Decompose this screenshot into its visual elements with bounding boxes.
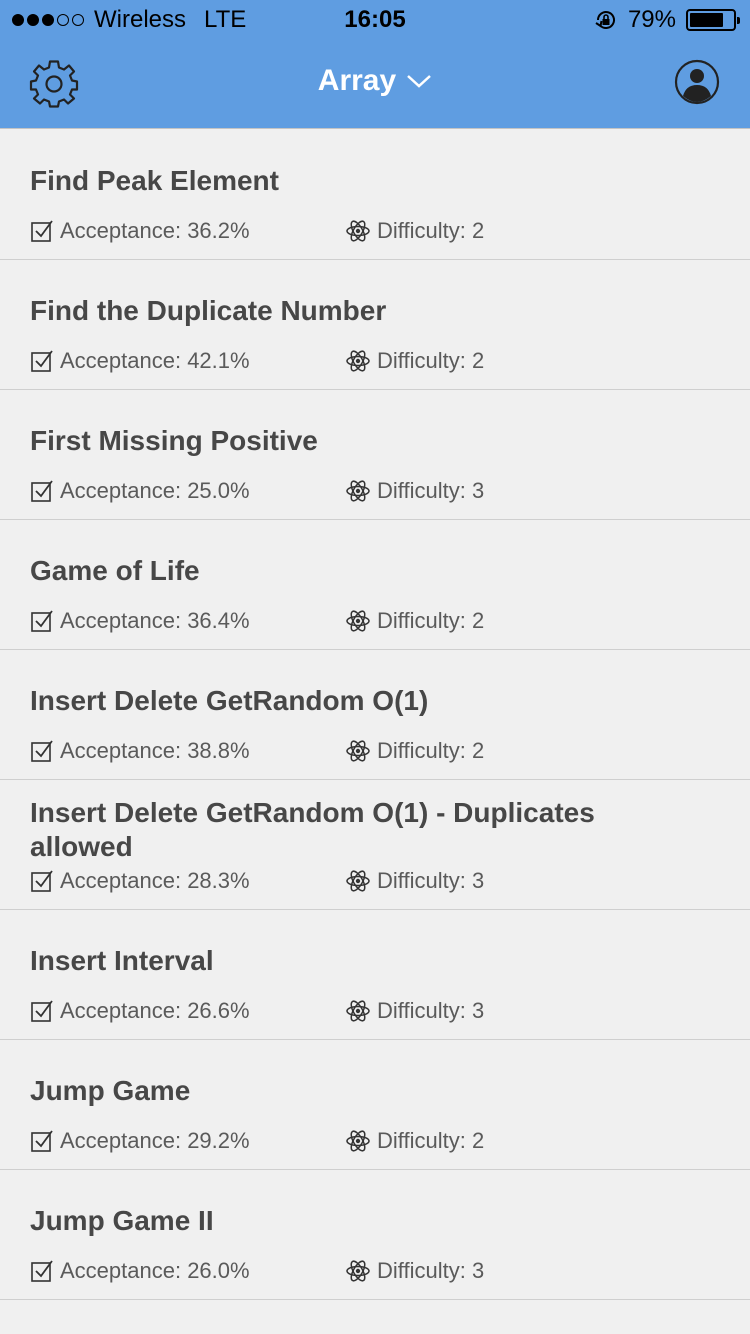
problem-title: Find Peak Element — [30, 165, 279, 196]
difficulty-level: Difficulty: 2 — [377, 1128, 485, 1153]
difficulty-level: Difficulty: 2 — [377, 738, 485, 763]
acceptance-info: Acceptance: 29.2% — [30, 1128, 250, 1154]
acceptance-rate: Acceptance: 26.6% — [60, 998, 250, 1023]
nav-bar: Array — [0, 40, 750, 129]
category-dropdown[interactable]: Array — [275, 64, 475, 98]
page-title: Array — [317, 64, 397, 97]
acceptance-rate: Acceptance: 29.2% — [60, 1128, 250, 1153]
checkbox-icon — [31, 1260, 53, 1282]
checkbox-icon — [31, 1000, 53, 1022]
difficulty-level: Difficulty: 2 — [377, 218, 485, 243]
difficulty-info: Difficulty: 3 — [345, 1258, 484, 1284]
problem-row[interactable]: Insert Delete GetRandom O(1) Acceptance:… — [0, 650, 750, 780]
problem-list: Find Peak Element Acceptance: 36.2% Diff… — [0, 130, 750, 1300]
problem-title: Insert Delete GetRandom O(1) — [30, 685, 429, 716]
checkbox-icon — [31, 220, 53, 242]
settings-button[interactable] — [28, 58, 80, 110]
difficulty-info: Difficulty: 2 — [345, 218, 484, 244]
problem-row[interactable]: Insert Interval Acceptance: 26.6% Diffic… — [0, 910, 750, 1040]
problem-row[interactable]: Find the Duplicate Number Acceptance: 42… — [0, 260, 750, 390]
acceptance-info: Acceptance: 26.0% — [30, 1258, 250, 1284]
difficulty-level: Difficulty: 3 — [377, 1258, 485, 1283]
difficulty-level: Difficulty: 2 — [377, 348, 485, 373]
problem-title: First Missing Positive — [30, 425, 318, 456]
user-avatar-icon — [674, 59, 720, 105]
atom-icon — [346, 1000, 370, 1022]
acceptance-info: Acceptance: 42.1% — [30, 348, 250, 374]
difficulty-level: Difficulty: 3 — [377, 998, 485, 1023]
app-header: Wireless LTE 16:05 79% Array — [0, 0, 750, 129]
acceptance-rate: Acceptance: 28.3% — [60, 868, 250, 893]
acceptance-info: Acceptance: 38.8% — [30, 738, 250, 764]
atom-icon — [346, 610, 370, 632]
acceptance-rate: Acceptance: 36.4% — [60, 608, 250, 633]
problem-row[interactable]: Insert Delete GetRandom O(1) - Duplicate… — [0, 780, 750, 910]
problem-title: Insert Delete GetRandom O(1) - Duplicate… — [30, 797, 595, 862]
checkbox-icon — [31, 480, 53, 502]
checkbox-icon — [31, 870, 53, 892]
checkbox-icon — [31, 740, 53, 762]
problem-row[interactable]: Game of Life Acceptance: 36.4% Difficult… — [0, 520, 750, 650]
acceptance-rate: Acceptance: 36.2% — [60, 218, 250, 243]
checkbox-icon — [31, 350, 53, 372]
problem-title: Jump Game II — [30, 1205, 214, 1236]
battery-percent: 79% — [627, 6, 676, 33]
problem-title: Find the Duplicate Number — [30, 295, 387, 326]
problem-row[interactable]: Find Peak Element Acceptance: 36.2% Diff… — [0, 130, 750, 260]
profile-button[interactable] — [674, 59, 720, 105]
atom-icon — [346, 1130, 370, 1152]
rotation-lock-icon — [595, 11, 615, 29]
atom-icon — [346, 220, 370, 242]
acceptance-rate: Acceptance: 38.8% — [60, 738, 250, 763]
problem-title: Insert Interval — [30, 945, 214, 976]
acceptance-info: Acceptance: 28.3% — [30, 868, 250, 894]
difficulty-level: Difficulty: 2 — [377, 608, 485, 633]
problem-row[interactable]: Jump Game Acceptance: 29.2% Difficulty: … — [0, 1040, 750, 1170]
difficulty-info: Difficulty: 3 — [345, 998, 484, 1024]
difficulty-level: Difficulty: 3 — [377, 868, 485, 893]
status-right: 79% — [594, 6, 740, 34]
problem-title: Game of Life — [30, 555, 200, 586]
acceptance-rate: Acceptance: 25.0% — [60, 478, 250, 503]
status-bar: Wireless LTE 16:05 79% — [0, 0, 750, 40]
acceptance-rate: Acceptance: 26.0% — [60, 1258, 250, 1283]
problem-row[interactable]: Jump Game II Acceptance: 26.0% Difficult… — [0, 1170, 750, 1300]
atom-icon — [346, 870, 370, 892]
battery-icon — [686, 9, 740, 31]
chevron-down-icon — [407, 75, 432, 88]
checkbox-icon — [31, 610, 53, 632]
checkbox-icon — [31, 1130, 53, 1152]
problem-title: Jump Game — [30, 1075, 191, 1106]
difficulty-info: Difficulty: 3 — [345, 478, 484, 504]
atom-icon — [346, 350, 370, 372]
atom-icon — [346, 740, 370, 762]
difficulty-info: Difficulty: 2 — [345, 348, 484, 374]
acceptance-info: Acceptance: 36.4% — [30, 608, 250, 634]
difficulty-info: Difficulty: 2 — [345, 608, 484, 634]
gear-icon — [29, 60, 79, 108]
atom-icon — [346, 1260, 370, 1282]
acceptance-info: Acceptance: 25.0% — [30, 478, 250, 504]
difficulty-info: Difficulty: 2 — [345, 738, 484, 764]
difficulty-level: Difficulty: 3 — [377, 478, 485, 503]
acceptance-rate: Acceptance: 42.1% — [60, 348, 250, 373]
difficulty-info: Difficulty: 3 — [345, 868, 484, 894]
difficulty-info: Difficulty: 2 — [345, 1128, 484, 1154]
atom-icon — [346, 480, 370, 502]
battery-level — [690, 13, 724, 27]
acceptance-info: Acceptance: 36.2% — [30, 218, 250, 244]
problem-row[interactable]: First Missing Positive Acceptance: 25.0%… — [0, 390, 750, 520]
acceptance-info: Acceptance: 26.6% — [30, 998, 250, 1024]
